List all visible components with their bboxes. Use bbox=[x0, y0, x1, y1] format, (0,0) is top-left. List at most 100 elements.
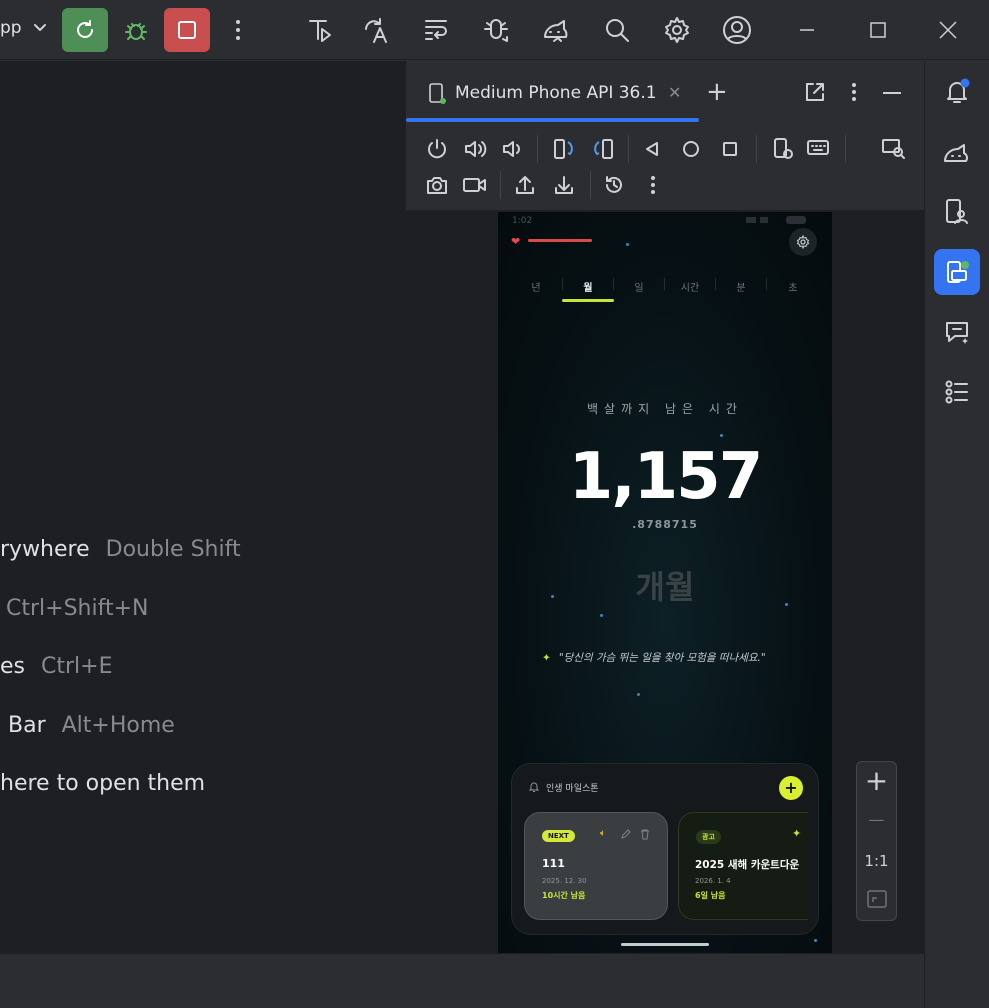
translate-tool-button[interactable] bbox=[354, 8, 400, 52]
snapshot-restore-icon[interactable] bbox=[601, 172, 627, 198]
more-emulator-options-icon[interactable] bbox=[640, 172, 666, 198]
sparkle-icon: ✦ bbox=[792, 827, 802, 840]
zoom-actual-size[interactable]: 1:1 bbox=[857, 852, 896, 870]
sparkle-icon: ✦ bbox=[542, 652, 551, 664]
milestone-remaining: 6일 남음 bbox=[695, 891, 726, 900]
device-manager-button[interactable] bbox=[533, 8, 579, 52]
structure-button[interactable] bbox=[934, 369, 980, 415]
screen-search-icon[interactable] bbox=[881, 136, 907, 162]
tab-divider bbox=[562, 278, 563, 290]
restart-icon bbox=[77, 20, 93, 38]
sound-icon[interactable]: 🔈︎ bbox=[600, 828, 606, 839]
chevron-down-icon bbox=[33, 23, 47, 33]
text-run-icon bbox=[309, 20, 331, 42]
zoom-in-icon[interactable]: + bbox=[857, 764, 896, 797]
hint-shortcut: Ctrl+E bbox=[41, 654, 113, 679]
overview-icon[interactable] bbox=[717, 136, 743, 162]
ad-badge: 광고 bbox=[696, 830, 721, 844]
add-device-icon[interactable]: + bbox=[706, 77, 728, 107]
device-tab-bar: Medium Phone API 36.1 ✕ + bbox=[406, 61, 925, 123]
active-tab-indicator bbox=[562, 299, 614, 302]
tab-divider bbox=[715, 278, 716, 290]
tab-second[interactable]: 초 bbox=[768, 279, 818, 294]
volume-up-icon[interactable] bbox=[462, 136, 488, 162]
attach-debugger-button[interactable] bbox=[473, 8, 519, 52]
signal-icon bbox=[746, 217, 756, 223]
quote-text: "당신의 가슴 뛰는 일을 찾아 모험을 떠나세요." bbox=[558, 652, 766, 664]
device-settings-icon[interactable] bbox=[770, 136, 796, 162]
tab-day[interactable]: 일 bbox=[614, 279, 664, 294]
window-minimize-button[interactable] bbox=[784, 8, 830, 52]
window-maximize-button[interactable] bbox=[855, 8, 901, 52]
running-devices-button[interactable] bbox=[934, 249, 980, 295]
hint-label: rywhere bbox=[0, 537, 90, 562]
bug-arrow-icon bbox=[484, 19, 508, 42]
tab-year[interactable]: 년 bbox=[511, 279, 561, 294]
minimize-icon bbox=[800, 29, 814, 31]
notifications-button[interactable] bbox=[934, 69, 980, 115]
zoom-out-icon[interactable]: — bbox=[857, 810, 896, 829]
profile-tool-button[interactable] bbox=[296, 8, 342, 52]
account-button[interactable] bbox=[714, 8, 760, 52]
rotate-right-icon[interactable] bbox=[590, 136, 616, 162]
search-button[interactable] bbox=[594, 8, 640, 52]
milestone-card[interactable]: NEXT 🔈︎ 111 2025. 12. 30 10시간 남음 bbox=[524, 812, 668, 920]
toolbar-divider bbox=[500, 171, 501, 199]
hint-go-to-file: Ctrl+Shift+N bbox=[0, 596, 148, 621]
app-settings-button[interactable] bbox=[789, 228, 817, 256]
upload-icon[interactable] bbox=[512, 172, 538, 198]
volume-down-icon[interactable] bbox=[499, 136, 525, 162]
device-icon bbox=[428, 83, 448, 105]
hide-panel-icon[interactable] bbox=[882, 91, 902, 95]
rerun-button[interactable] bbox=[62, 8, 108, 52]
keyboard-icon[interactable] bbox=[806, 136, 832, 162]
running-device-icon bbox=[947, 261, 969, 283]
more-actions-button[interactable] bbox=[215, 8, 261, 52]
bell-icon bbox=[947, 78, 970, 103]
debug-button[interactable] bbox=[113, 8, 159, 52]
milestone-card[interactable]: 광고 ✦ 2025 새해 카운트다운 2026. 1. 4 6일 남음 bbox=[678, 812, 808, 920]
home-icon[interactable] bbox=[678, 136, 704, 162]
tab-medium-phone[interactable]: Medium Phone API 36.1 ✕ bbox=[406, 61, 699, 123]
screenshot-icon[interactable] bbox=[424, 172, 450, 198]
milestone-date: 2026. 1. 4 bbox=[695, 877, 731, 885]
rotate-left-icon[interactable] bbox=[551, 136, 577, 162]
trash-icon[interactable] bbox=[639, 828, 651, 840]
window-close-button[interactable] bbox=[925, 8, 971, 52]
milestone-title: 111 bbox=[542, 857, 565, 870]
tab-hour[interactable]: 시간 bbox=[665, 279, 715, 294]
format-tool-button[interactable] bbox=[413, 8, 459, 52]
toolbar-divider bbox=[845, 135, 846, 163]
toolbar-divider bbox=[537, 135, 538, 163]
phone-screen[interactable]: 1:02 ❤ 년 월 일 시간 분 초 백살까지 남은 시간 1,157 .87… bbox=[498, 212, 832, 954]
hint-navigation-bar: Bar Alt+Home bbox=[8, 713, 175, 738]
open-external-icon[interactable] bbox=[804, 81, 826, 103]
hint-label: es bbox=[0, 654, 25, 679]
run-config-selector[interactable]: pp bbox=[0, 18, 47, 38]
list-icon bbox=[945, 380, 968, 404]
fit-screen-icon[interactable] bbox=[867, 890, 887, 908]
hint-label: Bar bbox=[8, 713, 46, 738]
tab-close-icon[interactable]: ✕ bbox=[668, 83, 681, 102]
toolbar-divider bbox=[756, 135, 757, 163]
settings-button[interactable] bbox=[654, 8, 700, 52]
toolbar-divider bbox=[590, 171, 591, 199]
add-milestone-button[interactable]: + bbox=[779, 776, 803, 800]
device-file-explorer-button[interactable] bbox=[934, 189, 980, 235]
tab-minute[interactable]: 분 bbox=[716, 279, 766, 294]
download-icon[interactable] bbox=[551, 172, 577, 198]
gemini-button[interactable] bbox=[934, 129, 980, 175]
gesture-nav-bar[interactable] bbox=[621, 943, 709, 946]
power-icon[interactable] bbox=[424, 136, 450, 162]
milestone-title: 2025 새해 카운트다운 bbox=[695, 859, 800, 871]
hint-label: here to open them bbox=[0, 771, 206, 796]
edit-icon[interactable] bbox=[620, 828, 632, 840]
main-toolbar: pp bbox=[0, 0, 989, 60]
zoom-controls: + — 1:1 bbox=[856, 761, 897, 921]
tab-month[interactable]: 월 bbox=[563, 279, 613, 294]
stop-button[interactable] bbox=[164, 8, 210, 52]
back-icon[interactable] bbox=[639, 136, 665, 162]
screen-record-icon[interactable] bbox=[462, 172, 488, 198]
panel-options-icon[interactable] bbox=[851, 82, 857, 102]
ai-chat-button[interactable] bbox=[934, 309, 980, 355]
